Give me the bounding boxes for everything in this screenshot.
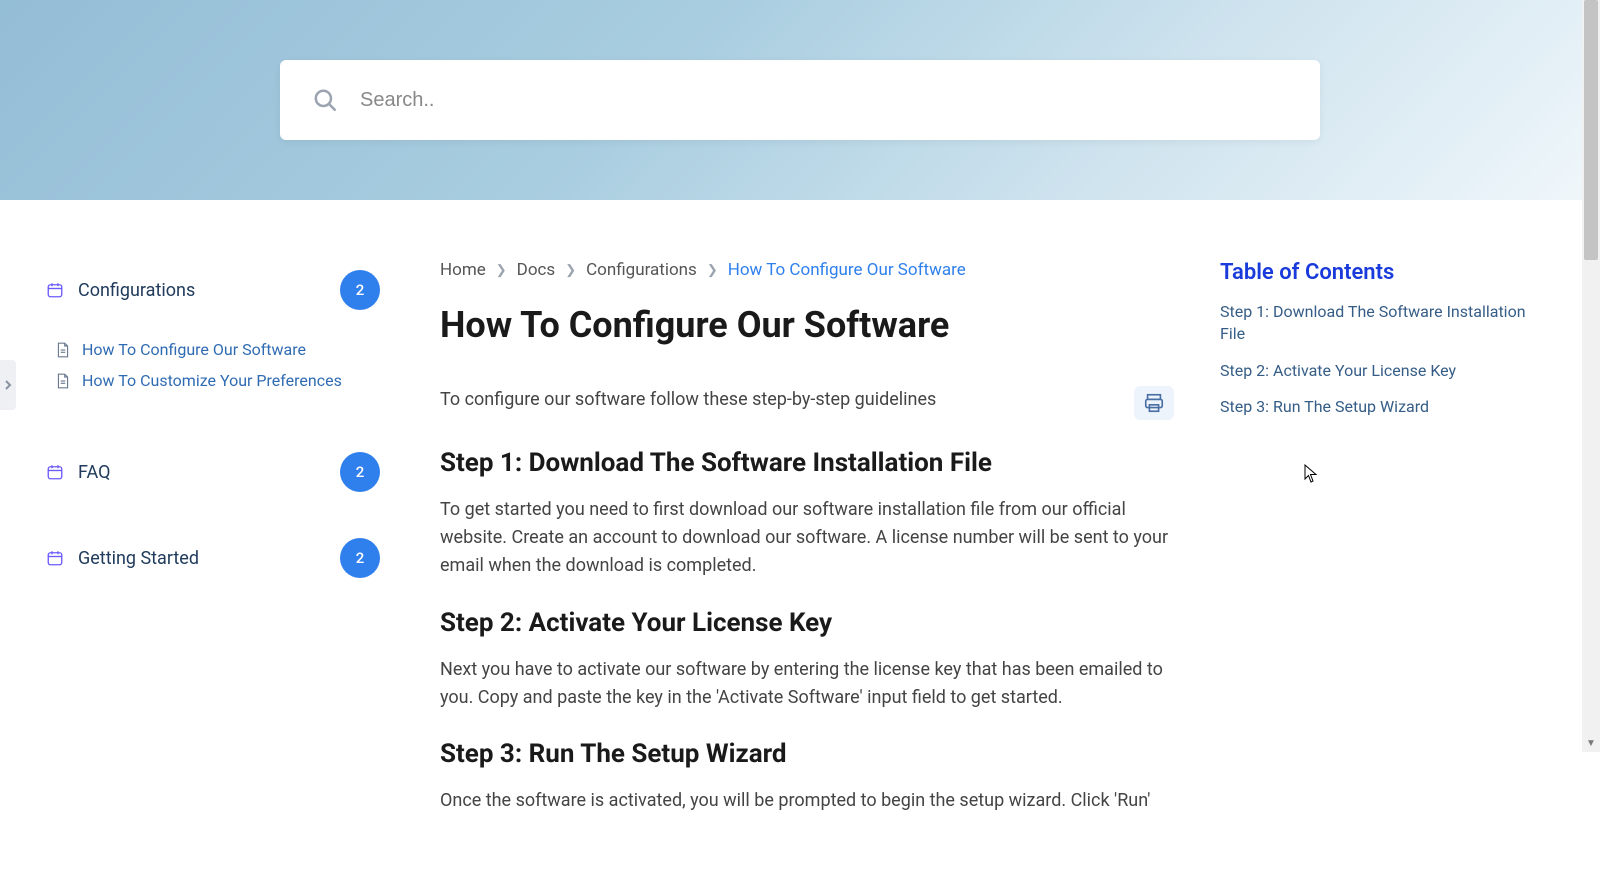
document-icon: [56, 342, 70, 358]
scrollbar-vertical[interactable]: ▲ ▼: [1582, 0, 1600, 752]
count-badge: 2: [340, 270, 380, 310]
sidebar-item-configurations[interactable]: Configurations 2: [46, 260, 380, 320]
sidebar-item-faq[interactable]: FAQ 2: [46, 442, 380, 502]
search-box[interactable]: [280, 60, 1320, 140]
step-heading-3: Step 3: Run The Setup Wizard: [440, 739, 1174, 769]
sidebar-subitem-label: How To Configure Our Software: [82, 340, 306, 359]
step-heading-2: Step 2: Activate Your License Key: [440, 608, 1174, 638]
calendar-icon: [46, 549, 64, 567]
breadcrumb-current: How To Configure Our Software: [728, 260, 966, 280]
breadcrumb-link-docs[interactable]: Docs: [517, 260, 556, 280]
printer-icon: [1143, 392, 1165, 414]
calendar-icon: [46, 463, 64, 481]
toc-title: Table of Contents: [1220, 260, 1540, 285]
article-main: Home ❯ Docs ❯ Configurations ❯ How To Co…: [390, 260, 1200, 875]
article-intro: To configure our software follow these s…: [440, 386, 1114, 413]
sidebar-item-getting-started[interactable]: Getting Started 2: [46, 528, 380, 588]
calendar-icon: [46, 281, 64, 299]
toc-link-step2[interactable]: Step 2: Activate Your License Key: [1220, 360, 1540, 382]
hero-banner: [0, 0, 1600, 200]
document-icon: [56, 373, 70, 389]
step-body-2: Next you have to activate our software b…: [440, 656, 1174, 712]
sidebar-subitem-label: How To Customize Your Preferences: [82, 371, 342, 390]
step-body-1: To get started you need to first downloa…: [440, 496, 1174, 580]
breadcrumb: Home ❯ Docs ❯ Configurations ❯ How To Co…: [440, 260, 1174, 280]
breadcrumb-link-configurations[interactable]: Configurations: [586, 260, 697, 280]
step-heading-1: Step 1: Download The Software Installati…: [440, 448, 1174, 478]
chevron-right-icon: ❯: [565, 263, 576, 278]
sidebar-expand-handle[interactable]: [0, 360, 16, 410]
sidebar-subitem-configure-software[interactable]: How To Configure Our Software: [56, 334, 380, 365]
sidebar-item-label: Getting Started: [78, 548, 326, 569]
print-button[interactable]: [1134, 386, 1174, 420]
page-title: How To Configure Our Software: [440, 304, 1174, 346]
count-badge: 2: [340, 538, 380, 578]
sidebar-sublist-configurations: How To Configure Our Software How To Cus…: [56, 334, 380, 396]
search-icon: [312, 87, 338, 113]
breadcrumb-link-home[interactable]: Home: [440, 260, 486, 280]
toc-link-step1[interactable]: Step 1: Download The Software Installati…: [1220, 301, 1540, 346]
sidebar-subitem-customize-preferences[interactable]: How To Customize Your Preferences: [56, 365, 380, 396]
toc-link-step3[interactable]: Step 3: Run The Setup Wizard: [1220, 396, 1540, 418]
sidebar-item-label: FAQ: [78, 462, 326, 483]
sidebar: Configurations 2 How To Configure Our So…: [20, 260, 390, 875]
chevron-right-icon: ❯: [707, 263, 718, 278]
step-body-3: Once the software is activated, you will…: [440, 787, 1174, 815]
scroll-down-arrow-icon[interactable]: ▼: [1582, 734, 1600, 752]
table-of-contents: Table of Contents Step 1: Download The S…: [1200, 260, 1580, 875]
sidebar-item-label: Configurations: [78, 280, 326, 301]
count-badge: 2: [340, 452, 380, 492]
search-input[interactable]: [360, 89, 1288, 112]
chevron-right-icon: ❯: [496, 263, 507, 278]
scrollbar-thumb[interactable]: [1584, 0, 1598, 260]
